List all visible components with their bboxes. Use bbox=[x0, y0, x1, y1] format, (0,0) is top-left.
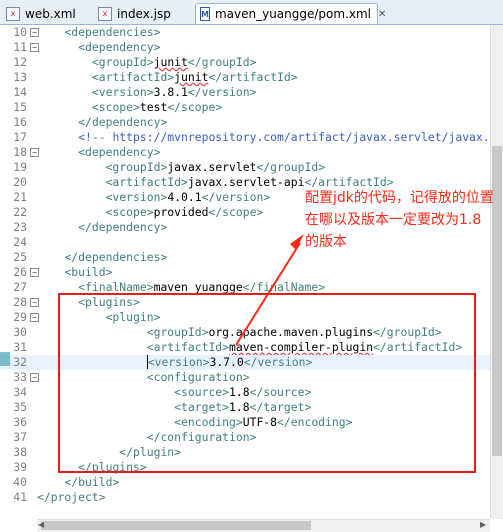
annotation-arrow bbox=[235, 234, 304, 346]
annotation-note: 配置jdk的代码，记得放的位置在哪以及版本一定要改为1.8的版本 bbox=[305, 190, 494, 250]
